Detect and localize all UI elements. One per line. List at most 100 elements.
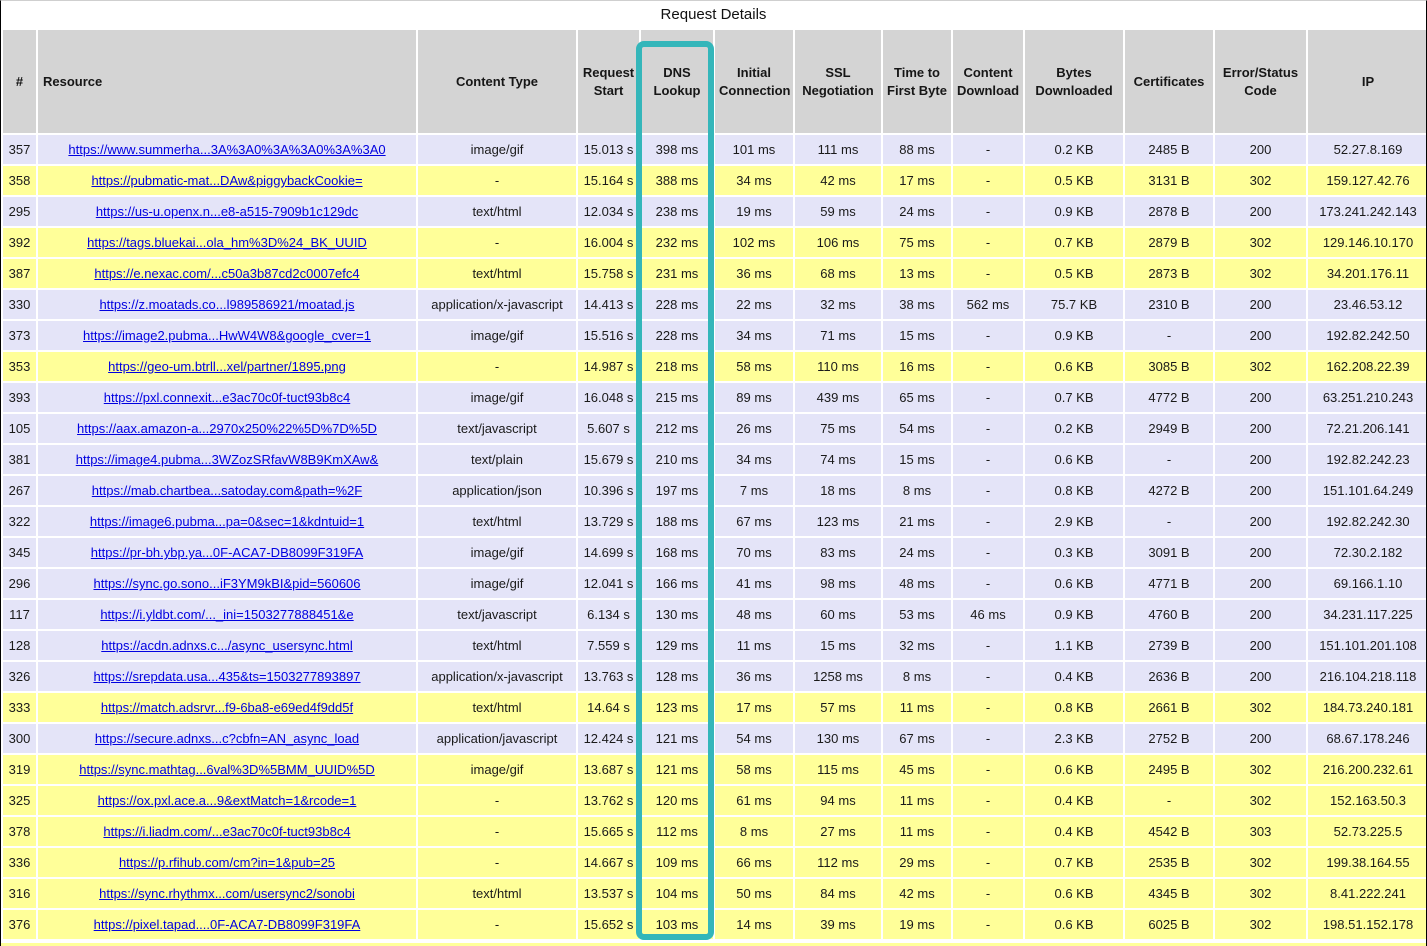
table-row: 345https://pr-bh.ybp.ya...0F-ACA7-DB8099… [2,537,1427,568]
cell-bytes_downloaded: 0.5 KB [1024,258,1124,289]
resource-link[interactable]: https://tags.bluekai...ola_hm%3D%24_BK_U… [87,235,367,250]
cell-ssl_negotiation: 59 ms [794,196,882,227]
resource-link[interactable]: https://pr-bh.ybp.ya...0F-ACA7-DB8099F31… [91,545,363,560]
cell-time_to_first_byte: 16 ms [882,351,952,382]
cell-time_to_first_byte: 21 ms [882,506,952,537]
resource-link[interactable]: https://sync.rhythmx...com/usersync2/son… [99,886,355,901]
cell-content_type: image/gif [417,568,577,599]
cell-ip: 192.82.242.23 [1307,444,1427,475]
cell-certificates: 3085 B [1124,351,1214,382]
resource-link[interactable]: https://aax.amazon-a...2970x250%22%5D%7D… [77,421,377,436]
cell-ip: 192.82.242.50 [1307,320,1427,351]
table-row: 336https://p.rfihub.com/cm?in=1&pub=25-1… [2,847,1427,878]
cell-resource: https://p.rfihub.com/cm?in=1&pub=25 [37,847,417,878]
table-row: 357https://www.summerha...3A%3A0%3A%3A0%… [2,134,1427,165]
cell-dns_lookup: 188 ms [640,506,714,537]
column-header-content_download: Content Download [952,29,1024,134]
cell-time_to_first_byte: 15 ms [882,444,952,475]
resource-link[interactable]: https://srepdata.usa...435&ts=1503277893… [93,669,360,684]
cell-dns_lookup: 121 ms [640,754,714,785]
cell-num: 387 [2,258,37,289]
cell-certificates: 2535 B [1124,847,1214,878]
cell-ip: 34.231.117.225 [1307,599,1427,630]
resource-link[interactable]: https://i.yldbt.com/..._ini=150327788845… [100,607,353,622]
resource-link[interactable]: https://e.nexac.com/...c50a3b87cd2c0007e… [94,266,359,281]
resource-link[interactable]: https://image6.pubma...pa=0&sec=1&kdntui… [90,514,364,529]
column-header-certificates: Certificates [1124,29,1214,134]
table-row: 319https://sync.mathtag...6val%3D%5BMM_U… [2,754,1427,785]
cell-content_type: - [417,165,577,196]
cell-resource: https://pxl.connexit...e3ac70c0f-tuct93b… [37,382,417,413]
resource-link[interactable]: https://image2.pubma...HwW4W8&google_cve… [83,328,371,343]
resource-link[interactable]: https://pubmatic-mat...DAw&piggybackCook… [91,173,362,188]
cell-dns_lookup: 231 ms [640,258,714,289]
resource-link[interactable]: https://z.moatads.co...l989586921/moatad… [99,297,354,312]
cell-content_type: text/html [417,692,577,723]
cell-request_start: 14.667 s [577,847,640,878]
cell-ip: 69.166.1.10 [1307,568,1427,599]
table-row: 387 https://e.nexac.com/...c50a3b87cd2c00… [2,258,1427,289]
cell-content_download: - [952,816,1024,847]
cell-content_type: text/html [417,258,577,289]
cell-time_to_first_byte: 17 ms [882,165,952,196]
resource-link[interactable]: https://sync.mathtag...6val%3D%5BMM_UUID… [79,762,375,777]
cell-content_download: - [952,661,1024,692]
cell-time_to_first_byte: 11 ms [882,785,952,816]
resource-link[interactable]: https://ox.pxl.ace.a...9&extMatch=1&rcod… [98,793,357,808]
cell-bytes_downloaded: 0.9 KB [1024,196,1124,227]
cell-bytes_downloaded: 1.1 KB [1024,630,1124,661]
cell-time_to_first_byte: 45 ms [882,754,952,785]
cell-ssl_negotiation: 439 ms [794,382,882,413]
cell-dns_lookup: 103 ms [640,909,714,940]
resource-link[interactable]: https://pxl.connexit...e3ac70c0f-tuct93b… [104,390,350,405]
request-table: #ResourceContent TypeRequest StartDNS Lo… [1,28,1427,941]
cell-time_to_first_byte: 88 ms [882,134,952,165]
cell-num: 381 [2,444,37,475]
column-header-ssl_negotiation: SSL Negotiation [794,29,882,134]
resource-link[interactable]: https://secure.adnxs...c?cbfn=AN_async_l… [95,731,359,746]
resource-link[interactable]: https://geo-um.btrll...xel/partner/1895.… [108,359,346,374]
cell-bytes_downloaded: 0.6 KB [1024,351,1124,382]
cell-content_download: 562 ms [952,289,1024,320]
resource-link[interactable]: https://p.rfihub.com/cm?in=1&pub=25 [119,855,335,870]
cell-num: 325 [2,785,37,816]
cell-content_type: text/plain [417,444,577,475]
resource-link[interactable]: https://acdn.adnxs.c.../async_usersync.h… [101,638,352,653]
resource-link[interactable]: https://match.adsrvr...f9-6ba8-e69ed4f9d… [101,700,353,715]
cell-num: 326 [2,661,37,692]
cell-num: 376 [2,909,37,940]
table-row: 330https://z.moatads.co...l989586921/moa… [2,289,1427,320]
cell-num: 105 [2,413,37,444]
cell-content_download: - [952,785,1024,816]
cell-status_code: 200 [1214,568,1307,599]
cell-status_code: 200 [1214,320,1307,351]
resource-link[interactable]: https://mab.chartbea...satoday.com&path=… [92,483,362,498]
cell-ssl_negotiation: 74 ms [794,444,882,475]
cell-ssl_negotiation: 1258 ms [794,661,882,692]
cell-status_code: 302 [1214,878,1307,909]
cell-certificates: - [1124,444,1214,475]
cell-initial_connection: 36 ms [714,258,794,289]
cell-initial_connection: 67 ms [714,506,794,537]
cell-certificates: 4345 B [1124,878,1214,909]
cell-request_start: 5.607 s [577,413,640,444]
resource-link[interactable]: https://us-u.openx.n...e8-a515-7909b1c12… [96,204,358,219]
resource-link[interactable]: https://www.summerha...3A%3A0%3A%3A0%3A%… [68,142,385,157]
resource-link[interactable]: https://pixel.tapad....0F-ACA7-DB8099F31… [94,917,361,932]
table-header-row: #ResourceContent TypeRequest StartDNS Lo… [2,29,1427,134]
cell-time_to_first_byte: 8 ms [882,661,952,692]
cell-certificates: - [1124,506,1214,537]
cell-content_type: text/html [417,630,577,661]
table-row: 378https://i.liadm.com/...e3ac70c0f-tuct… [2,816,1427,847]
cell-initial_connection: 7 ms [714,475,794,506]
cell-content_download: - [952,878,1024,909]
cell-content_type: image/gif [417,320,577,351]
cell-dns_lookup: 104 ms [640,878,714,909]
cell-request_start: 13.537 s [577,878,640,909]
title-bar: Request Details [1,1,1426,28]
resource-link[interactable]: https://sync.go.sono...iF3YM9kBI&pid=560… [93,576,360,591]
resource-link[interactable]: https://i.liadm.com/...e3ac70c0f-tuct93b… [103,824,350,839]
cell-initial_connection: 8 ms [714,816,794,847]
resource-link[interactable]: https://image4.pubma...3WZozSRfavW8B9KmX… [76,452,379,467]
cell-status_code: 200 [1214,506,1307,537]
